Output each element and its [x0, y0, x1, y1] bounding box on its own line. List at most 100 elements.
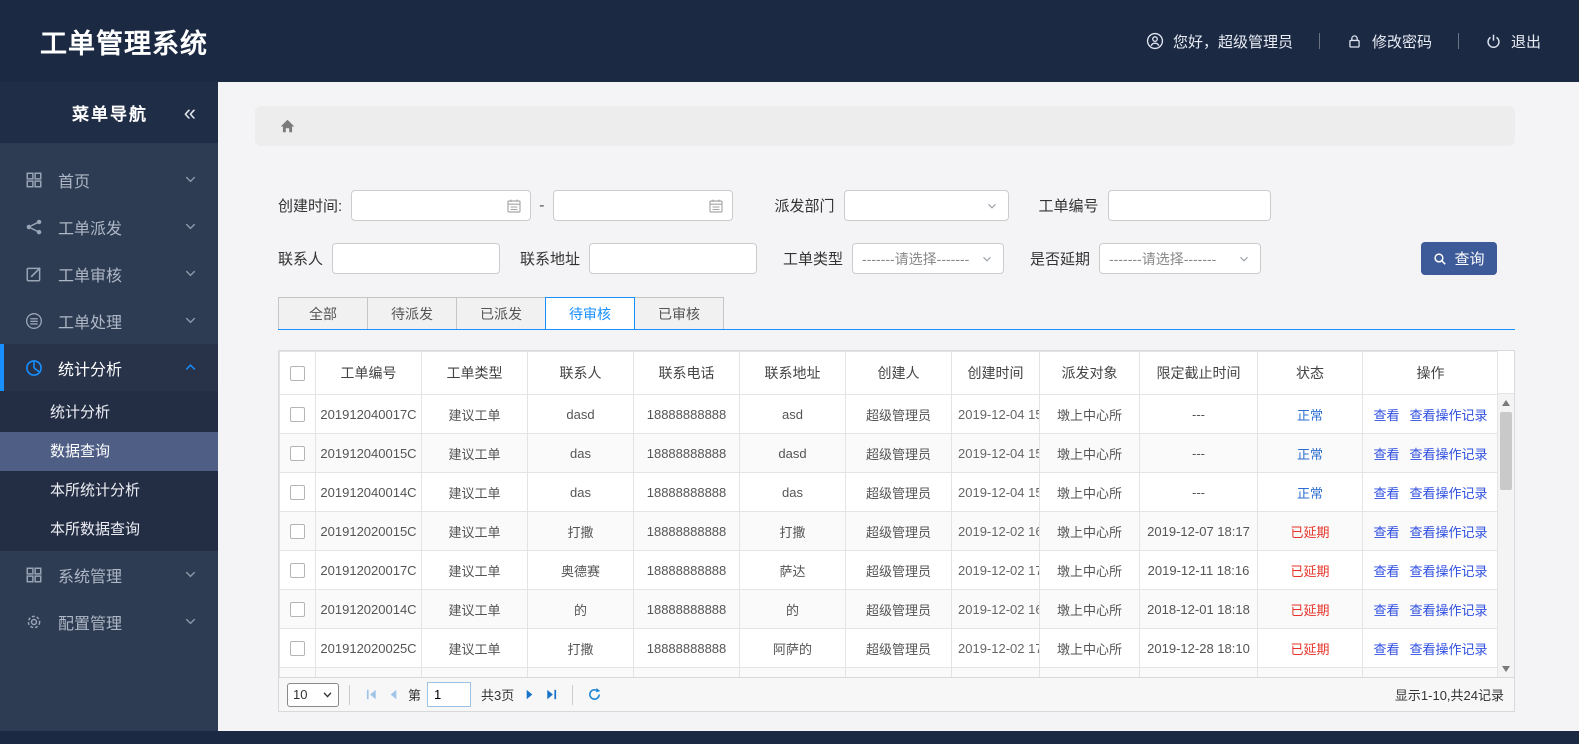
- logout-button[interactable]: 退出: [1485, 31, 1541, 52]
- date-end-field[interactable]: [561, 197, 708, 214]
- page-number-input[interactable]: [427, 682, 472, 707]
- cell-address: asd: [739, 394, 846, 434]
- sidebar-item-5[interactable]: 系统管理: [0, 551, 218, 598]
- order-no-field[interactable]: [1116, 197, 1262, 214]
- cell-contact: dasd: [527, 394, 634, 434]
- create-time-end-input[interactable]: [552, 190, 733, 221]
- view-link[interactable]: 查看: [1373, 525, 1399, 540]
- delay-label: 是否延期: [1030, 251, 1091, 268]
- lock-icon: [1346, 33, 1363, 50]
- view-link[interactable]: 查看: [1373, 447, 1399, 462]
- refresh-icon[interactable]: [583, 684, 605, 706]
- first-page-icon[interactable]: [360, 684, 382, 706]
- view-log-link[interactable]: 查看操作记录: [1410, 603, 1488, 618]
- cell-deadline: ---: [1139, 433, 1258, 473]
- sidebar-subitem-3[interactable]: 本所数据查询: [0, 510, 218, 549]
- view-link[interactable]: 查看: [1373, 603, 1399, 618]
- collapse-sidebar-icon[interactable]: «: [184, 101, 196, 124]
- select-all-checkbox[interactable]: [290, 366, 305, 382]
- table-body: 201912040017C 建议工单 dasd 18888888888 asd 超级管理员…: [279, 394, 1499, 677]
- address-field[interactable]: [598, 250, 749, 267]
- sidebar-subitem-1[interactable]: 数据查询: [0, 432, 218, 471]
- delay-select[interactable]: -------请选择-------: [1099, 243, 1262, 274]
- home-icon[interactable]: [279, 118, 296, 135]
- tab-2[interactable]: 已派发: [456, 297, 546, 329]
- sidebar-item-1[interactable]: 工单派发: [0, 203, 218, 250]
- row-checkbox[interactable]: [290, 446, 305, 462]
- row-checkbox[interactable]: [290, 524, 305, 540]
- view-log-link[interactable]: 查看操作记录: [1410, 642, 1488, 657]
- address-input[interactable]: [589, 243, 758, 274]
- view-link[interactable]: 查看: [1373, 564, 1399, 579]
- sidebar-item-3[interactable]: 工单处理: [0, 297, 218, 344]
- cell-target: 墩上中心所: [1039, 394, 1140, 434]
- scroll-down-icon[interactable]: [1498, 660, 1514, 677]
- sidebar-item-4[interactable]: 统计分析: [0, 344, 218, 391]
- cell-deadline: ---: [1139, 472, 1258, 512]
- view-log-link[interactable]: 查看操作记录: [1410, 408, 1488, 423]
- sidebar-header: 菜单导航 «: [0, 82, 218, 144]
- prev-page-icon[interactable]: [382, 684, 404, 706]
- tab-0[interactable]: 全部: [278, 297, 368, 329]
- row-checkbox[interactable]: [290, 563, 305, 579]
- cell-actions: 查看 查看操作记录: [1362, 511, 1499, 551]
- column-header: 创建人: [845, 351, 952, 395]
- view-log-link[interactable]: 查看操作记录: [1410, 486, 1488, 501]
- row-checkbox[interactable]: [290, 407, 305, 423]
- sidebar-item-0[interactable]: 首页: [0, 156, 218, 203]
- view-log-link[interactable]: 查看操作记录: [1410, 564, 1488, 579]
- page-size-value: 10: [293, 687, 308, 702]
- date-start-field[interactable]: [360, 197, 507, 214]
- select-all-cell: [279, 351, 316, 395]
- tab-4[interactable]: 已审核: [634, 297, 724, 329]
- sidebar-subitem-2[interactable]: 本所统计分析: [0, 471, 218, 510]
- next-page-icon[interactable]: [518, 684, 540, 706]
- change-password-button[interactable]: 修改密码: [1346, 31, 1432, 52]
- total-pages-label: 共3页: [481, 688, 515, 703]
- contact-input[interactable]: [332, 243, 501, 274]
- row-checkbox[interactable]: [290, 485, 305, 501]
- cell-order_no: 201912020017C: [315, 550, 422, 590]
- scroll-up-icon[interactable]: [1498, 394, 1514, 411]
- column-header: 派发对象: [1039, 351, 1140, 395]
- cell-deadline: 2018-12-01 18:18: [1139, 589, 1258, 629]
- sidebar-submenu: 统计分析 数据查询 本所统计分析 本所数据查询: [0, 391, 218, 551]
- calendar-icon: [708, 198, 724, 214]
- create-time-start-input[interactable]: [351, 190, 532, 221]
- cell-created: 2019-12-04 15: [951, 472, 1040, 512]
- column-header: 创建时间: [951, 351, 1040, 395]
- contact-field[interactable]: [341, 250, 492, 267]
- chevron-down-icon: [322, 689, 333, 700]
- order-no-input[interactable]: [1107, 190, 1271, 221]
- calendar-icon: [506, 198, 522, 214]
- tab-3[interactable]: 待审核: [545, 297, 635, 330]
- view-log-link[interactable]: 查看操作记录: [1410, 447, 1488, 462]
- cell-order_no: 201912040015C: [315, 433, 422, 473]
- sidebar-item-2[interactable]: 工单审核: [0, 250, 218, 297]
- tab-1[interactable]: 待派发: [367, 297, 457, 329]
- status-badge: 已延期: [1257, 628, 1363, 668]
- sidebar-item-6[interactable]: 配置管理: [0, 598, 218, 645]
- row-checkbox[interactable]: [290, 641, 305, 657]
- cell-address: dasd: [739, 433, 846, 473]
- view-link[interactable]: 查看: [1373, 486, 1399, 501]
- gear-icon: [24, 613, 44, 631]
- scrollbar-thumb[interactable]: [1500, 412, 1512, 490]
- edit-icon: [24, 265, 44, 283]
- view-log-link[interactable]: 查看操作记录: [1410, 525, 1488, 540]
- table-row: 201912020025C 建议工单 打撒 18888888888 阿萨的 超级管理员 20…: [279, 628, 1499, 668]
- dispatch-dept-select[interactable]: [843, 190, 1009, 221]
- search-button[interactable]: 查询: [1421, 242, 1497, 275]
- table-row: 201912020015C 建议工单 打撒 18888888888 打撒 超级管理员 201…: [279, 511, 1499, 551]
- row-checkbox[interactable]: [290, 602, 305, 618]
- last-page-icon[interactable]: [540, 684, 562, 706]
- sidebar-subitem-0[interactable]: 统计分析: [0, 393, 218, 432]
- table-scrollbar[interactable]: [1497, 351, 1514, 677]
- user-greeting[interactable]: 您好，超级管理员: [1146, 31, 1293, 52]
- page-size-select[interactable]: 10: [287, 682, 339, 707]
- view-link[interactable]: 查看: [1373, 642, 1399, 657]
- chevron-up-icon: [183, 360, 198, 375]
- order-type-select[interactable]: -------请选择-------: [852, 243, 1005, 274]
- view-link[interactable]: 查看: [1373, 408, 1399, 423]
- table-row: 201912020017C 建议工单 奥德赛 18888888888 萨达 超级管理员 20…: [279, 550, 1499, 590]
